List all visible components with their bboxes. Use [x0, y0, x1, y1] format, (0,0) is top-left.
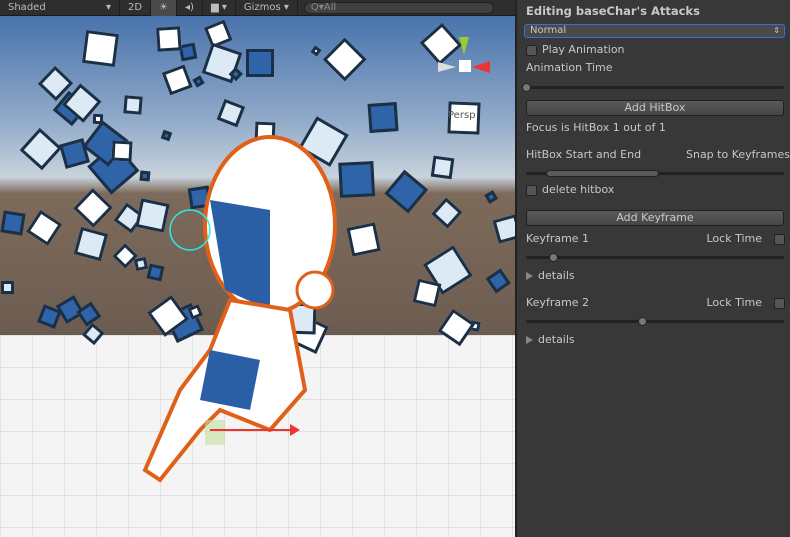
- cube: [192, 75, 206, 88]
- snap-to-keyframes-label[interactable]: Snap to Keyframes: [686, 148, 790, 161]
- delete-hitbox-checkbox[interactable]: [526, 184, 537, 196]
- lock-time-label: Lock Time: [706, 232, 763, 245]
- cube: [82, 29, 120, 67]
- triangle-right-icon: [526, 336, 533, 344]
- 2d-toggle[interactable]: 2D: [120, 0, 152, 16]
- updown-arrow-icon: ⇕: [773, 26, 780, 35]
- triangle-right-icon: [526, 272, 533, 280]
- search-placeholder: All: [323, 1, 337, 13]
- cube: [19, 128, 62, 171]
- animation-time-slider[interactable]: [522, 80, 784, 95]
- play-animation-checkbox[interactable]: [526, 44, 537, 56]
- attack-select[interactable]: Normal ⇕: [524, 24, 785, 38]
- delete-hitbox-toggle[interactable]: delete hitbox: [526, 183, 784, 196]
- add-keyframe-button[interactable]: Add Keyframe: [526, 210, 784, 226]
- focus-text: Focus is HitBox 1 out of 1: [526, 121, 666, 134]
- keyframe-time-slider[interactable]: [526, 250, 784, 265]
- add-hitbox-button[interactable]: Add HitBox: [526, 100, 784, 116]
- cube: [156, 25, 182, 52]
- cube: [245, 48, 274, 77]
- orientation-gizmo[interactable]: [432, 25, 502, 105]
- scene-toolbar: Shaded ▾ 2D ☀ ◂) ▆ ▾ Gizmos ▾ Q▾All: [0, 0, 515, 16]
- lock-time-toggle[interactable]: Lock Time: [706, 296, 785, 309]
- search-input[interactable]: Q▾All: [303, 1, 494, 14]
- lock-time-label: Lock Time: [706, 296, 763, 309]
- sun-icon[interactable]: ☀: [151, 0, 178, 16]
- lock-time-checkbox[interactable]: [774, 297, 785, 309]
- cube: [367, 101, 399, 133]
- cube: [412, 278, 442, 308]
- play-animation-label: Play Animation: [542, 43, 625, 56]
- shading-mode-label: Shaded: [8, 2, 46, 13]
- lock-time-toggle[interactable]: Lock Time: [706, 232, 785, 245]
- cube: [322, 37, 367, 82]
- cube: [216, 98, 245, 127]
- cube: [1, 280, 15, 294]
- cube: [123, 94, 143, 115]
- inspector-title: Editing baseChar's Attacks: [526, 4, 700, 18]
- details-foldout[interactable]: details: [526, 333, 784, 346]
- keyframe-time-slider[interactable]: [526, 314, 784, 329]
- attack-select-value: Normal: [530, 25, 567, 36]
- details-label: details: [538, 269, 575, 282]
- details-foldout[interactable]: details: [526, 269, 784, 282]
- cube: [161, 64, 194, 96]
- animation-time-label: Animation Time: [526, 61, 613, 74]
- cube: [485, 268, 511, 295]
- slider-thumb[interactable]: [548, 253, 558, 262]
- image-effects-icon[interactable]: ▆ ▾: [203, 0, 236, 16]
- lock-time-checkbox[interactable]: [774, 233, 785, 245]
- hitbox-range-slider[interactable]: [526, 166, 784, 181]
- gizmos-label: Gizmos: [243, 2, 281, 13]
- character-model[interactable]: [140, 130, 360, 490]
- camera-label: Persp: [448, 110, 476, 121]
- cube: [73, 187, 113, 228]
- inspector-panel: Editing baseChar's Attacks Normal ⇕ Play …: [515, 0, 790, 537]
- cube: [430, 155, 455, 180]
- slider-thumb[interactable]: [638, 317, 648, 326]
- cube: [431, 197, 463, 229]
- audio-icon[interactable]: ◂): [177, 0, 203, 16]
- cube: [484, 190, 499, 205]
- cube: [111, 140, 133, 162]
- details-label: details: [538, 333, 575, 346]
- gizmos-dropdown[interactable]: Gizmos ▾: [236, 0, 298, 16]
- cube: [384, 169, 428, 213]
- cube: [112, 243, 139, 270]
- dropdown-arrow-icon: ▾: [105, 2, 111, 13]
- cube: [26, 210, 64, 247]
- hitbox-range-bar[interactable]: [546, 170, 659, 177]
- cube: [492, 214, 515, 245]
- scene-view[interactable]: Shaded ▾ 2D ☀ ◂) ▆ ▾ Gizmos ▾ Q▾All Persp: [0, 0, 515, 537]
- slider-thumb[interactable]: [522, 83, 531, 92]
- cube: [0, 210, 26, 236]
- cube: [310, 45, 322, 57]
- shading-mode-dropdown[interactable]: Shaded ▾: [0, 0, 120, 16]
- cube: [73, 226, 108, 261]
- delete-hitbox-label: delete hitbox: [542, 183, 615, 196]
- play-animation-toggle[interactable]: Play Animation: [526, 43, 784, 56]
